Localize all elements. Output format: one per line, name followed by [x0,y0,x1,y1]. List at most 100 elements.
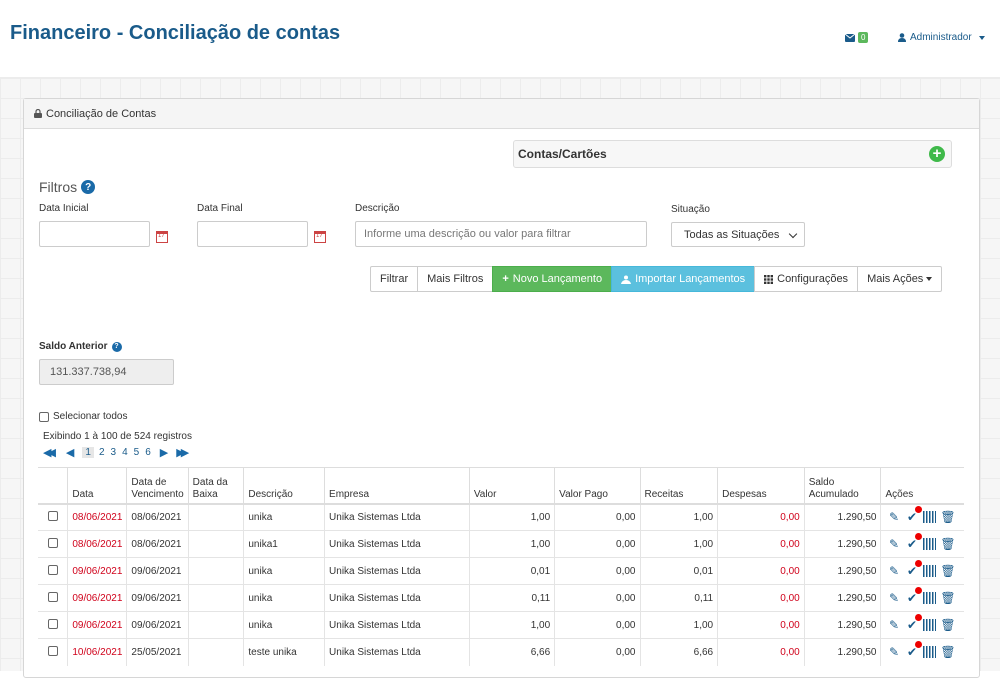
cell-despesas: 0,00 [717,638,805,666]
user-menu[interactable]: Administrador [898,32,985,43]
col-data[interactable]: Data [67,467,127,505]
cell-valor-pago: 0,00 [554,611,640,639]
user-name: Administrador [910,32,972,43]
filtrar-button[interactable]: Filtrar [370,266,419,292]
last-page-icon[interactable]: ▶▶ [176,446,189,459]
trash-icon[interactable]: 🗑 [940,564,955,578]
descricao-input[interactable] [355,221,647,247]
barcode-icon[interactable] [923,592,937,604]
page-link[interactable]: 6 [144,447,152,458]
pencil-icon[interactable]: ✎ [887,645,900,659]
importar-lancamentos-button[interactable]: Importar Lançamentos [611,266,756,292]
pencil-icon[interactable]: ✎ [887,510,900,524]
trash-icon[interactable]: 🗑 [940,618,955,632]
calendar-icon[interactable] [314,231,326,243]
trash-icon[interactable]: 🗑 [940,591,955,605]
check-icon[interactable]: ✔ [905,640,923,659]
row-checkbox[interactable] [47,537,58,548]
configuracoes-button[interactable]: Configurações [754,266,859,292]
cell-vencimento: 09/06/2021 [126,584,189,612]
user-icon [898,33,906,42]
cell-acoes: ✎ ✔ 🗑 [880,530,964,558]
cell-saldo: 1.290,50 [803,503,881,531]
col-saldo[interactable]: Saldo Acumulado [803,467,881,505]
cell-despesas: 0,00 [717,611,805,639]
page-link[interactable]: 4 [121,447,129,458]
check-icon[interactable]: ✔ [905,505,923,524]
cell-valor-pago: 0,00 [554,557,640,585]
check-icon[interactable]: ✔ [905,532,923,551]
prev-page-icon[interactable]: ◀ [66,446,74,459]
col-receitas[interactable]: Receitas [639,467,718,505]
calendar-icon[interactable] [156,231,168,243]
row-checkbox[interactable] [47,645,58,656]
barcode-icon[interactable] [923,646,937,659]
row-checkbox[interactable] [47,591,58,602]
page-link[interactable]: 1 [82,447,94,458]
mais-acoes-button[interactable]: Mais Ações [857,266,943,292]
select-all-checkbox[interactable] [39,411,49,422]
lancamentos-table-wrap: Data Data de Vencimento Data da Baixa De… [38,467,964,666]
col-valor[interactable]: Valor [468,467,555,505]
cell-empresa: Unika Sistemas Ltda [324,557,470,585]
pencil-icon[interactable]: ✎ [887,537,900,551]
cell-data: 09/06/2021 [67,584,127,612]
trash-icon[interactable]: 🗑 [940,645,955,659]
pencil-icon[interactable]: ✎ [887,591,900,605]
next-page-icon[interactable]: ▶ [160,446,168,459]
contas-cartoes-box[interactable]: Contas/Cartões + [513,140,952,168]
pencil-icon[interactable]: ✎ [887,564,900,578]
barcode-icon[interactable] [923,565,937,577]
data-final-input[interactable] [197,221,308,247]
trash-icon[interactable]: 🗑 [940,537,955,551]
check-icon[interactable]: ✔ [905,613,923,632]
novo-lancamento-button[interactable]: + Novo Lançamento [492,266,613,292]
row-checkbox[interactable] [47,564,58,575]
col-descricao[interactable]: Descrição [243,467,325,505]
table-row: 09/06/2021 09/06/2021 unika Unika Sistem… [38,557,964,585]
table-header-row: Data Data de Vencimento Data da Baixa De… [38,467,964,505]
first-page-icon[interactable]: ◀◀ [43,446,56,459]
cell-vencimento: 08/06/2021 [126,530,189,558]
trash-icon[interactable]: 🗑 [940,510,955,524]
page-title: Financeiro - Conciliação de contas [10,22,341,44]
lancamentos-table: Data Data de Vencimento Data da Baixa De… [38,467,964,666]
plus-circle-icon[interactable]: + [929,146,945,162]
situacao-select[interactable]: Todas as Situações [671,222,805,247]
mais-filtros-button[interactable]: Mais Filtros [417,266,494,292]
cell-data: 09/06/2021 [67,557,127,585]
records-info: Exibindo 1 à 100 de 524 registros [43,431,192,442]
check-icon[interactable]: ✔ [905,586,923,605]
col-baixa[interactable]: Data da Baixa [187,467,244,505]
cell-descricao: unika1 [243,530,325,558]
barcode-icon[interactable] [923,511,937,524]
row-select-cell [38,584,68,612]
cell-valor: 6,66 [468,638,555,666]
data-inicial-input[interactable] [39,221,150,247]
cell-valor: 1,00 [468,530,555,558]
row-actions: ✎ ✔ 🗑 [885,640,960,659]
col-despesas[interactable]: Despesas [717,467,805,505]
page-link[interactable]: 2 [98,447,106,458]
check-icon[interactable]: ✔ [905,559,923,578]
toolbar: Filtrar Mais Filtros + Novo Lançamento Im… [370,266,943,292]
row-checkbox[interactable] [47,618,58,629]
cell-saldo: 1.290,50 [803,530,881,558]
cell-valor-pago: 0,00 [554,638,640,666]
barcode-icon[interactable] [923,619,937,631]
question-circle-icon[interactable]: ? [111,341,122,352]
col-vencimento[interactable]: Data de Vencimento [126,467,189,505]
cell-baixa [187,530,244,558]
col-valor-pago[interactable]: Valor Pago [554,467,640,505]
question-circle-icon[interactable]: ? [81,180,96,194]
select-all[interactable]: Selecionar todos [39,411,128,422]
row-select-cell [38,638,68,666]
pencil-icon[interactable]: ✎ [887,618,900,632]
page-link[interactable]: 5 [133,447,141,458]
mail-notifications[interactable]: 0 [845,32,869,43]
page-link[interactable]: 3 [110,447,118,458]
barcode-icon[interactable] [923,538,937,550]
row-checkbox[interactable] [47,510,58,521]
col-empresa[interactable]: Empresa [324,467,470,505]
cell-valor-pago: 0,00 [554,530,640,558]
